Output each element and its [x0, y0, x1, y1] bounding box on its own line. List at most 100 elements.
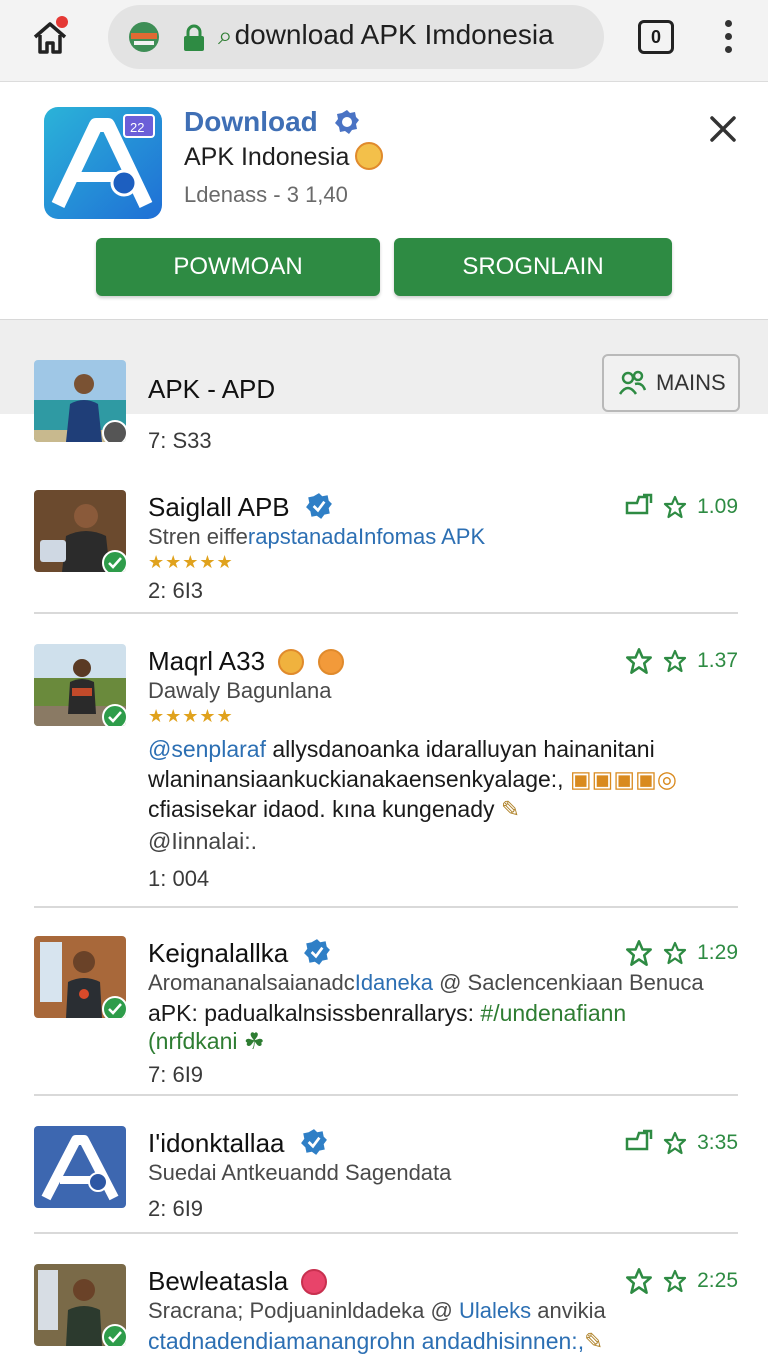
avatar — [34, 360, 126, 442]
subtitle-link[interactable]: rapstanadaInfomas APK — [248, 524, 485, 549]
list-item[interactable]: I'idonktallaa Suedai Antkeuandd Sagendat… — [34, 1126, 738, 1226]
subtitle-link[interactable]: Idaneka — [355, 970, 433, 995]
author-name: I'idonktallaa — [148, 1128, 285, 1158]
post-time: 7: S33 — [148, 428, 212, 453]
emoji-icon — [278, 649, 305, 675]
verified-check-icon — [102, 1324, 126, 1346]
verified-badge-icon — [304, 939, 331, 965]
post-author[interactable]: Keignalallka — [148, 938, 331, 969]
emoji-badge-icon — [355, 142, 384, 170]
post-actions: 1:29 — [625, 938, 738, 968]
list-item[interactable]: Bewleatasla Sracrana; Podjuaninldadeka @… — [34, 1264, 738, 1354]
search-icon: ⌕ — [218, 20, 233, 50]
star-outline-icon[interactable] — [625, 1267, 653, 1295]
mains-label: MAINS — [656, 370, 726, 395]
emoji-icon — [317, 649, 344, 675]
url-value: download APK Imdonesia — [234, 19, 554, 50]
post-feed: APK - APD 7: S33 MAINS Saiglall APB Stre… — [0, 320, 768, 1354]
address-bar[interactable]: ⌕download APK Imdonesia — [108, 5, 604, 69]
download-button[interactable]: POWMOAN — [96, 238, 380, 296]
post-author[interactable]: I'idonktallaa — [148, 1128, 328, 1159]
star-outline-icon[interactable] — [625, 939, 653, 967]
post-author[interactable]: Saiglall APB — [148, 492, 333, 523]
post-body-line: (nrfdkani ☘ — [148, 1028, 265, 1054]
post-body-line: cfiasisekar idaod. kına kungenady ✎ — [148, 796, 521, 822]
divider — [34, 612, 738, 614]
group-icon — [618, 370, 646, 395]
avatar — [34, 1126, 126, 1208]
author-name: Maqrl A33 — [148, 646, 266, 676]
star-outline-icon[interactable] — [663, 649, 687, 673]
emoji-icon — [301, 1269, 328, 1295]
list-item[interactable]: Keignalallka AromananalsaianadcIdaneka @… — [34, 936, 738, 1087]
verified-badge-icon — [300, 1129, 327, 1155]
more-vert-icon[interactable] — [718, 18, 738, 58]
subtitle-link[interactable]: Ulaleks — [459, 1298, 531, 1323]
rating-stars: ★★★★★ — [148, 706, 234, 726]
star-outline-icon[interactable] — [663, 941, 687, 965]
post-subtitle: Stren eifferapstanadaInfomas APK — [148, 524, 486, 549]
post-body-line: @senplaraf allysdanoanka idaralluyan hai… — [148, 736, 655, 762]
app-logo: 22 — [44, 107, 162, 219]
pen-emoji-icon: ✎ — [500, 796, 521, 822]
like-count: 1.37 — [697, 649, 738, 672]
divider — [34, 906, 738, 908]
star-outline-icon[interactable] — [663, 1131, 687, 1155]
avatar — [34, 936, 126, 1018]
post-subtitle: Suedai Antkeuandd Sagendata — [148, 1160, 452, 1185]
post-actions: 2:25 — [625, 1266, 738, 1296]
leaf-emoji-icon: ☘ — [237, 1028, 265, 1054]
share-icon[interactable] — [623, 493, 653, 521]
url-text[interactable]: ⌕download APK Imdonesia — [218, 19, 554, 52]
post-time: 7: 6I9 — [148, 1062, 204, 1087]
avatar — [34, 1264, 126, 1346]
app-install-banner: 22 Download APK Indonesia Ldenass - 3 1,… — [0, 90, 768, 320]
site-favicon-icon — [129, 22, 159, 52]
post-time: 1: 004 — [148, 866, 210, 891]
secondary-action-button[interactable]: SROGNLAIN — [394, 238, 672, 296]
star-outline-icon[interactable] — [663, 1269, 687, 1293]
banner-title-text: Download — [184, 106, 318, 137]
svg-text:22: 22 — [130, 120, 144, 135]
author-name: Saiglall APB — [148, 492, 290, 522]
like-count: 3:35 — [697, 1131, 738, 1154]
post-subtitle: AromananalsaianadcIdaneka @ Saclencenkia… — [148, 970, 704, 995]
author-name: Keignalallka — [148, 938, 289, 968]
post-author[interactable]: Maqrl A33 — [148, 646, 344, 677]
post-author[interactable]: Bewleatasla — [148, 1266, 328, 1297]
tab-switcher-button[interactable]: 0 — [638, 20, 674, 54]
browser-toolbar: ⌕download APK Imdonesia 0 — [0, 0, 768, 82]
app-name-text: APK Indonesia — [184, 143, 350, 171]
avatar — [34, 490, 126, 572]
star-outline-icon[interactable] — [625, 647, 653, 675]
verified-check-icon — [102, 550, 126, 572]
like-count: 1.09 — [697, 495, 738, 518]
pen-emoji-icon: ✎ — [584, 1328, 604, 1354]
share-icon[interactable] — [623, 1129, 653, 1157]
post-time: 2: 6I3 — [148, 578, 204, 603]
post-body-line: wlaninansiaankuckianakaensenkyalage:, ▣▣… — [148, 766, 677, 792]
post-actions: 1.09 — [623, 492, 738, 522]
mention-link[interactable]: @senplaraf — [148, 736, 266, 762]
star-outline-icon[interactable] — [663, 495, 687, 519]
list-item[interactable]: Maqrl A33 Dawaly Bagunlana ★★★★★ @senpla… — [34, 644, 738, 894]
like-count: 1:29 — [697, 941, 738, 964]
hashtag-link[interactable]: #/undenafiann — [480, 1000, 626, 1026]
banner-meta: Ldenass - 3 1,40 — [184, 182, 348, 207]
home-button[interactable] — [30, 16, 70, 58]
emoji-row-icon: ▣▣▣▣◎ — [569, 766, 677, 792]
post-actions: 1.37 — [625, 646, 738, 676]
rating-stars: ★★★★★ — [148, 552, 234, 572]
author-name: Bewleatasla — [148, 1266, 289, 1296]
like-count: 2:25 — [697, 1269, 738, 1292]
verified-check-icon — [102, 996, 126, 1018]
post-subtitle: Sracrana; Podjuaninldadeka @ Ulaleks anv… — [148, 1298, 606, 1323]
lock-icon — [184, 24, 204, 51]
verified-badge-icon — [305, 493, 332, 519]
list-item[interactable]: Saiglall APB Stren eifferapstanadaInfoma… — [34, 490, 738, 605]
close-icon[interactable] — [708, 114, 738, 144]
verified-badge-icon — [334, 110, 359, 134]
post-actions: 3:35 — [623, 1128, 738, 1158]
mains-button[interactable]: MAINS — [602, 354, 740, 412]
post-author[interactable]: APK - APD — [148, 374, 275, 405]
